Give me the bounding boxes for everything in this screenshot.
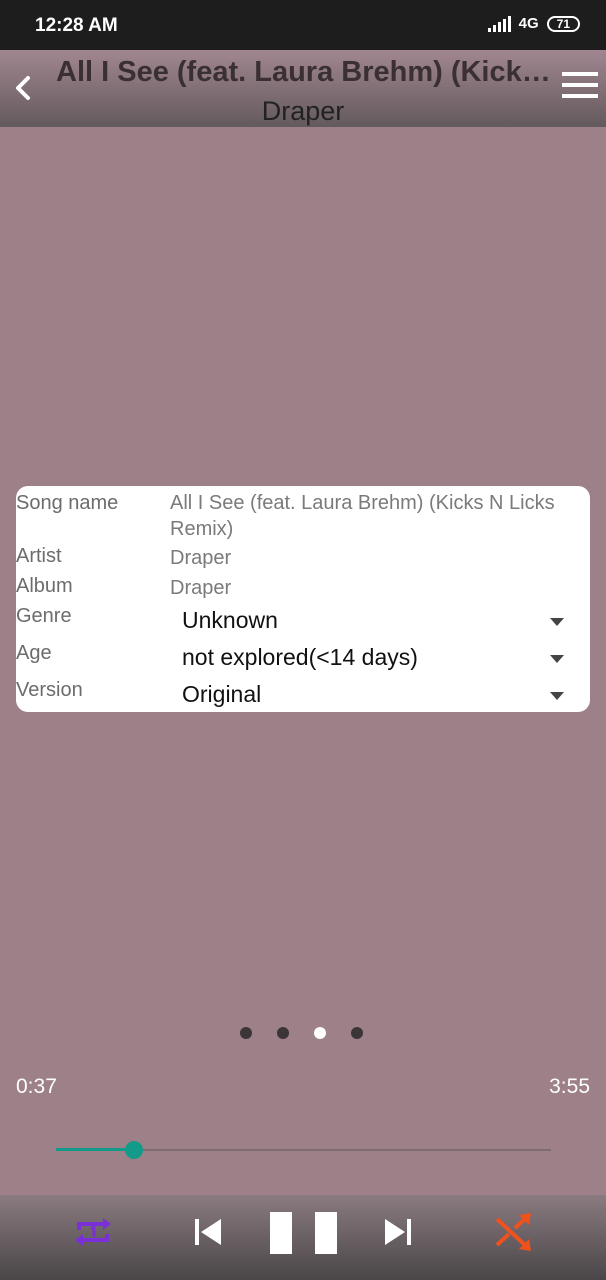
pause-icon-right — [315, 1212, 337, 1254]
song-title: All I See (feat. Laura Brehm) (Kick… — [56, 56, 551, 88]
status-icons: 4G 71 — [487, 15, 580, 32]
total-time: 3:55 — [549, 1075, 590, 1098]
status-bar: 12:28 AM 4G 71 — [0, 0, 606, 50]
artist-value: Draper — [170, 547, 232, 569]
page-indicator — [240, 1027, 363, 1039]
song-info-card: Song name All I See (feat. Laura Brehm) … — [16, 486, 590, 712]
caret-down-icon — [550, 618, 564, 626]
genre-label: Genre — [16, 605, 72, 627]
seek-thumb[interactable] — [124, 1141, 143, 1159]
album-value: Draper — [170, 577, 232, 599]
version-select[interactable]: Original — [182, 681, 582, 713]
next-icon — [385, 1219, 411, 1245]
version-label: Version — [16, 679, 83, 701]
age-value: not explored(<14 days) — [182, 644, 418, 670]
pause-icon-left — [270, 1212, 292, 1254]
player-controls — [0, 1195, 606, 1280]
menu-icon — [562, 72, 600, 98]
genre-value: Unknown — [182, 607, 278, 633]
menu-button[interactable] — [562, 72, 600, 104]
page-dot[interactable] — [240, 1027, 252, 1039]
previous-button[interactable] — [183, 1207, 233, 1257]
seek-bar[interactable] — [56, 1140, 551, 1160]
status-time: 12:28 AM — [35, 15, 118, 36]
seek-progress — [56, 1148, 134, 1151]
repeat-one-icon — [75, 1218, 111, 1246]
current-time: 0:37 — [16, 1075, 57, 1098]
artist-subtitle: Draper — [261, 96, 345, 126]
song-name-value: All I See (feat. Laura Brehm) (Kicks N L… — [170, 492, 555, 540]
caret-down-icon — [550, 655, 564, 663]
artist-label: Artist — [16, 545, 62, 567]
version-value: Original — [182, 681, 262, 707]
previous-icon — [195, 1219, 221, 1245]
song-name-label: Song name — [16, 492, 119, 514]
page-dot[interactable] — [277, 1027, 289, 1039]
next-button[interactable] — [373, 1207, 423, 1257]
page-dot[interactable] — [314, 1027, 326, 1039]
shuffle-icon — [495, 1213, 531, 1251]
top-bar: All I See (feat. Laura Brehm) (Kick… Dra… — [0, 50, 606, 127]
battery-icon: 71 — [546, 15, 580, 32]
repeat-button[interactable] — [68, 1207, 118, 1257]
signal-icon — [487, 15, 511, 32]
album-label: Album — [16, 575, 73, 597]
genre-select[interactable]: Unknown — [182, 607, 582, 639]
age-select[interactable]: not explored(<14 days) — [182, 644, 582, 676]
page-dot[interactable] — [351, 1027, 363, 1039]
network-type: 4G — [518, 15, 539, 32]
caret-down-icon — [550, 692, 564, 700]
shuffle-button[interactable] — [489, 1207, 539, 1257]
age-label: Age — [16, 642, 52, 664]
